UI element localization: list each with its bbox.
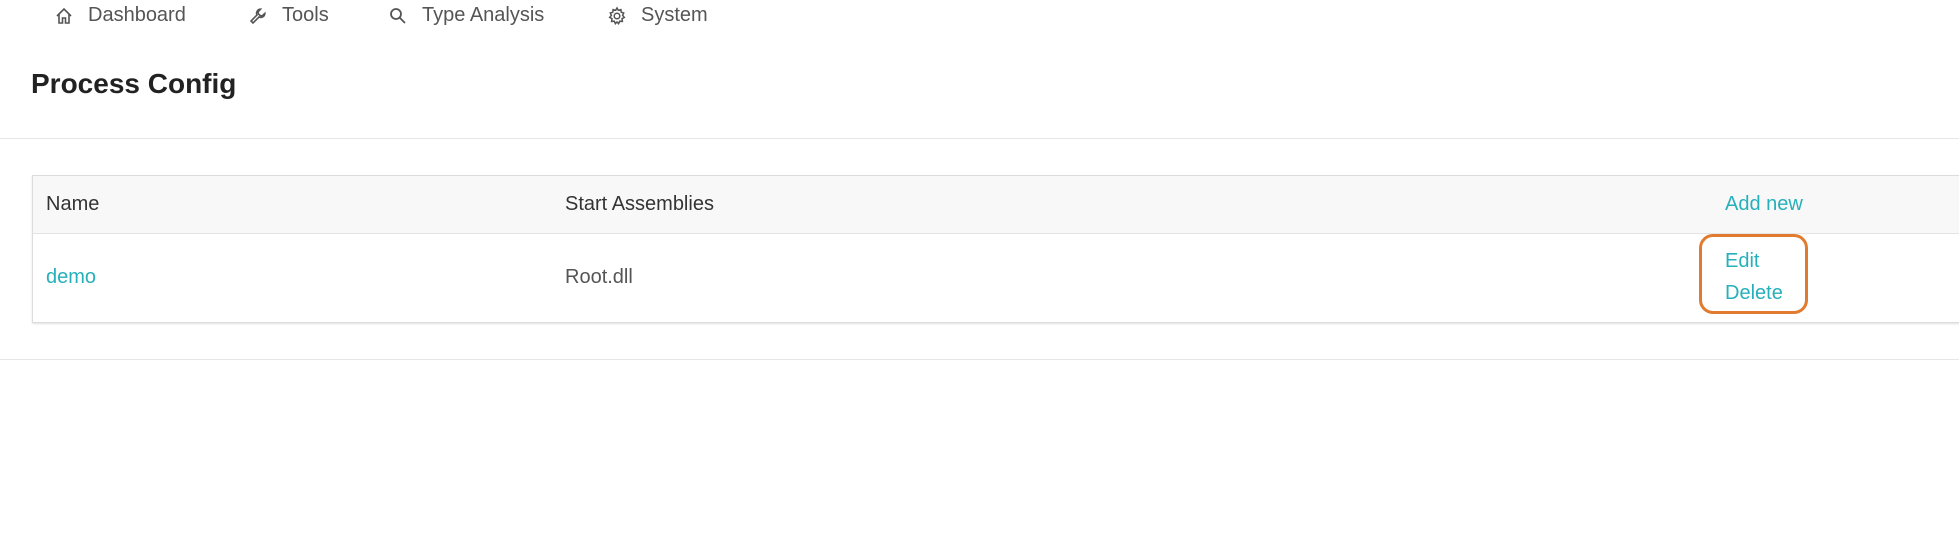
wrench-icon [249, 7, 266, 24]
process-config-table: Name Start Assemblies Add new demo Root.… [32, 175, 1959, 323]
nav-item-label: Dashboard [88, 4, 186, 26]
nav-item-label: Tools [282, 4, 329, 26]
home-icon [56, 7, 72, 24]
content-divider [0, 359, 1959, 360]
header-divider [0, 138, 1959, 139]
search-icon [390, 7, 406, 24]
nav-item-label: Type Analysis [422, 4, 545, 26]
nav-item-tools[interactable]: Tools [248, 4, 329, 27]
nav-item-type-analysis[interactable]: Type Analysis [388, 4, 544, 27]
nav-item-dashboard[interactable]: Dashboard [54, 4, 186, 27]
top-nav: Dashboard Tools Type Analysis System [0, 0, 1959, 30]
start-assemblies-value: Root.dll [565, 266, 633, 288]
page-title: Process Config [31, 68, 237, 99]
table-header: Name Start Assemblies Add new [33, 176, 1959, 234]
add-new-link[interactable]: Add new [1725, 193, 1803, 216]
nav-item-system[interactable]: System [607, 4, 708, 27]
nav-item-label: System [641, 4, 708, 26]
column-header-name: Name [46, 193, 100, 215]
process-name-link[interactable]: demo [46, 266, 96, 289]
gear-icon [608, 5, 626, 25]
column-header-start-assemblies: Start Assemblies [565, 193, 714, 215]
action-highlight-box [1699, 234, 1808, 314]
